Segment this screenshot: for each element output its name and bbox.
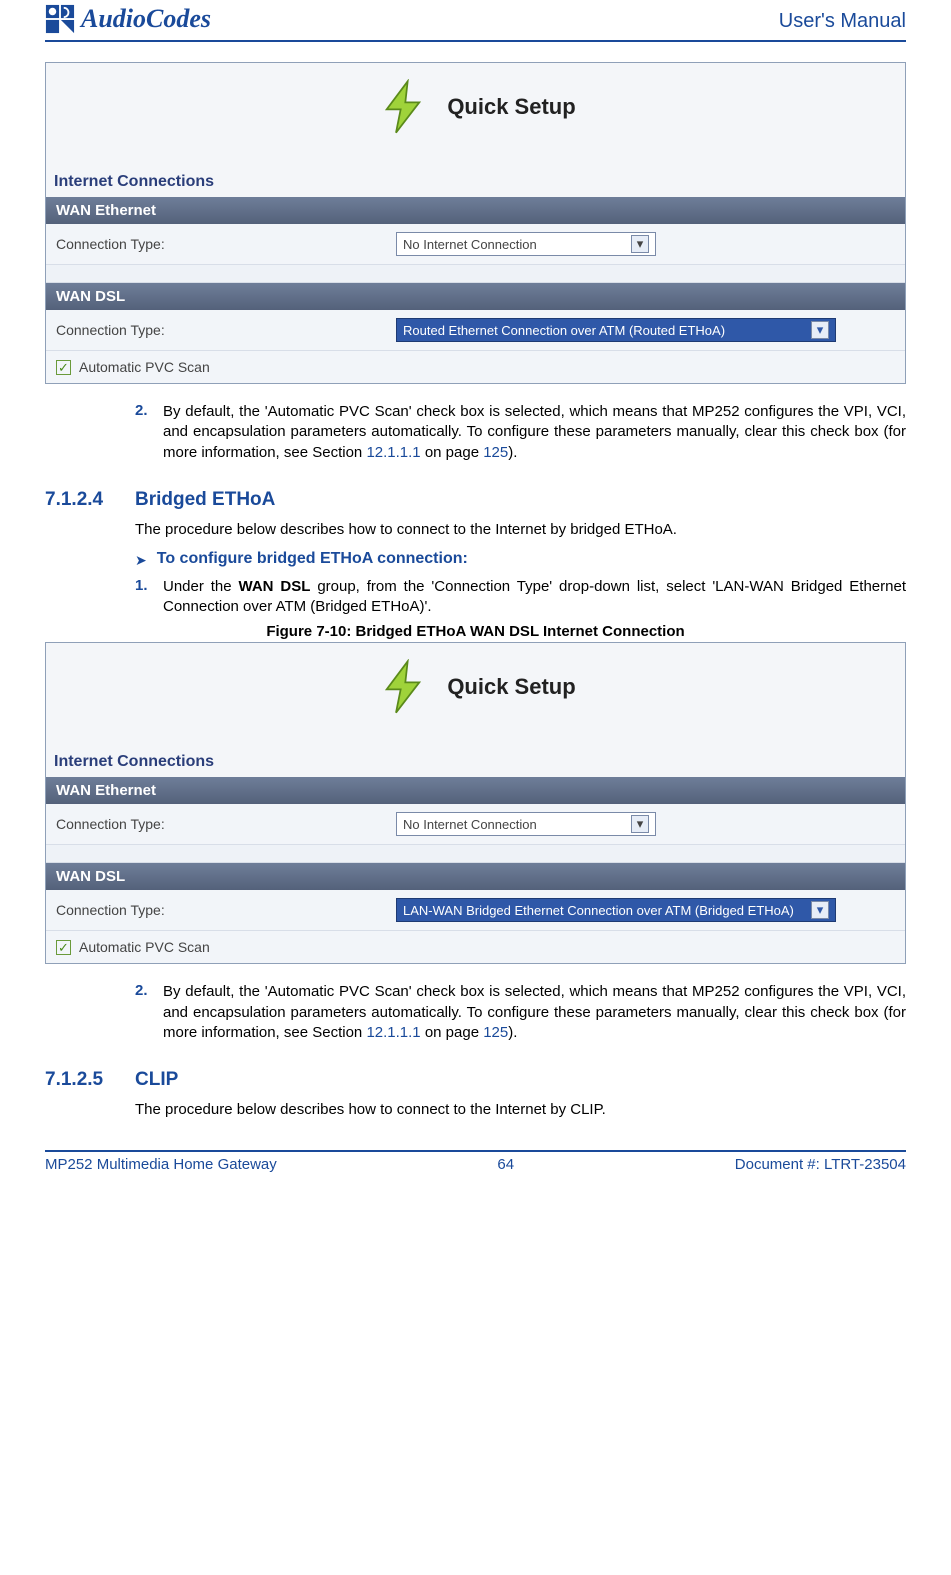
figure-caption: Figure 7-10: Bridged ETHoA WAN DSL Inter… (45, 623, 906, 640)
automatic-pvc-scan-checkbox[interactable]: ✓ (56, 940, 71, 955)
page-xref[interactable]: 125 (483, 1024, 508, 1041)
procedure-heading: ➤ To configure bridged ETHoA connection: (135, 550, 906, 569)
chevron-down-icon: ▾ (811, 321, 829, 339)
step-1: 1. Under the WAN DSL group, from the 'Co… (135, 577, 906, 618)
lightning-bolt-icon (375, 79, 431, 135)
page-footer: MP252 Multimedia Home Gateway 64 Documen… (45, 1150, 906, 1191)
page-header: AudioCodes User's Manual (45, 0, 906, 42)
chevron-down-icon: ▾ (811, 901, 829, 919)
heading-clip: 7.1.2.5 CLIP (45, 1069, 906, 1091)
wan-eth-conn-type-select[interactable]: No Internet Connection ▾ (396, 232, 656, 256)
footer-page-number: 64 (497, 1156, 514, 1173)
footer-right: Document #: LTRT-23504 (735, 1156, 906, 1173)
triangle-right-icon: ➤ (135, 552, 147, 569)
intro-paragraph: The procedure below describes how to con… (135, 1101, 906, 1118)
wan-eth-conn-type-label: Connection Type: (56, 236, 396, 252)
lightning-bolt-icon (375, 659, 431, 715)
wan-eth-conn-type-value: No Internet Connection (403, 237, 537, 252)
wan-dsl-conn-type-label: Connection Type: (56, 322, 396, 338)
step-text: By default, the 'Automatic PVC Scan' che… (163, 982, 906, 1043)
wan-ethernet-bar: WAN Ethernet (46, 197, 905, 224)
automatic-pvc-scan-checkbox[interactable]: ✓ (56, 360, 71, 375)
step-number: 1. (135, 577, 163, 618)
chevron-down-icon: ▾ (631, 235, 649, 253)
quick-setup-title: Quick Setup (447, 94, 575, 120)
wan-eth-conn-type-select[interactable]: No Internet Connection ▾ (396, 812, 656, 836)
automatic-pvc-scan-label: Automatic PVC Scan (79, 939, 210, 955)
internet-connections-label: Internet Connections (46, 749, 905, 777)
step-number: 2. (135, 982, 163, 1043)
wan-eth-conn-type-value: No Internet Connection (403, 817, 537, 832)
wan-dsl-conn-type-select[interactable]: Routed Ethernet Connection over ATM (Rou… (396, 318, 836, 342)
step-2: 2. By default, the 'Automatic PVC Scan' … (135, 402, 906, 463)
wan-dsl-conn-type-value: LAN-WAN Bridged Ethernet Connection over… (403, 903, 794, 918)
wan-dsl-bar: WAN DSL (46, 283, 905, 310)
intro-paragraph: The procedure below describes how to con… (135, 521, 906, 538)
wan-dsl-conn-type-value: Routed Ethernet Connection over ATM (Rou… (403, 323, 725, 338)
footer-left: MP252 Multimedia Home Gateway (45, 1156, 277, 1173)
heading-number: 7.1.2.4 (45, 489, 135, 511)
quick-setup-figure-1: Quick Setup Internet Connections WAN Eth… (45, 62, 906, 384)
doc-title: User's Manual (779, 4, 906, 33)
logo-text: AudioCodes (81, 4, 211, 34)
quick-setup-title: Quick Setup (447, 674, 575, 700)
wan-eth-conn-type-label: Connection Type: (56, 816, 396, 832)
quick-setup-figure-2: Quick Setup Internet Connections WAN Eth… (45, 642, 906, 964)
heading-number: 7.1.2.5 (45, 1069, 135, 1091)
chevron-down-icon: ▾ (631, 815, 649, 833)
internet-connections-label: Internet Connections (46, 169, 905, 197)
step-text: Under the WAN DSL group, from the 'Conne… (163, 577, 906, 618)
automatic-pvc-scan-label: Automatic PVC Scan (79, 359, 210, 375)
procedure-title: To configure bridged ETHoA connection: (157, 550, 468, 568)
logo-icon (45, 4, 75, 34)
heading-title: CLIP (135, 1069, 178, 1091)
section-xref[interactable]: 12.1.1.1 (366, 1024, 420, 1041)
wan-dsl-conn-type-select[interactable]: LAN-WAN Bridged Ethernet Connection over… (396, 898, 836, 922)
step-number: 2. (135, 402, 163, 463)
heading-bridged-ethoa: 7.1.2.4 Bridged ETHoA (45, 489, 906, 511)
brand-logo: AudioCodes (45, 4, 211, 34)
wan-ethernet-bar: WAN Ethernet (46, 777, 905, 804)
wan-dsl-bar: WAN DSL (46, 863, 905, 890)
section-xref[interactable]: 12.1.1.1 (366, 444, 420, 461)
heading-title: Bridged ETHoA (135, 489, 275, 511)
step-2: 2. By default, the 'Automatic PVC Scan' … (135, 982, 906, 1043)
step-text: By default, the 'Automatic PVC Scan' che… (163, 402, 906, 463)
page-xref[interactable]: 125 (483, 444, 508, 461)
wan-dsl-conn-type-label: Connection Type: (56, 902, 396, 918)
